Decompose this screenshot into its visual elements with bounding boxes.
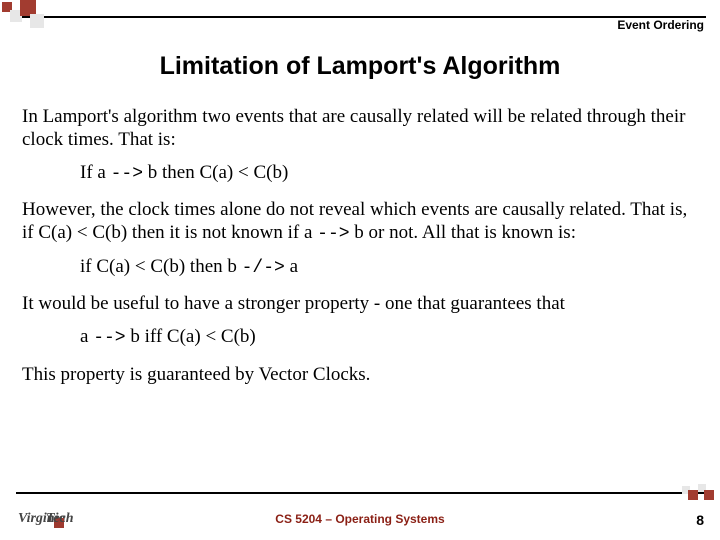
slide: Event Ordering Limitation of Lamport's A…: [0, 0, 720, 540]
arrow-icon: -->: [93, 328, 125, 348]
slide-title: Limitation of Lamport's Algorithm: [0, 52, 720, 81]
deco-square-icon: [2, 2, 12, 12]
top-decoration: [0, 0, 720, 40]
text-fragment: b iff C(a) < C(b): [126, 326, 256, 347]
page-number: 8: [696, 512, 704, 528]
deco-square-icon: [688, 490, 698, 500]
deco-square-icon: [10, 10, 22, 22]
not-arrow-icon: -/->: [242, 258, 285, 278]
arrow-icon: -->: [111, 164, 143, 184]
paragraph-intro: In Lamport's algorithm two events that a…: [22, 106, 698, 152]
slide-footer: Virginia Tech CS 5204 – Operating System…: [0, 506, 720, 530]
text-fragment: a: [80, 326, 93, 347]
deco-square-icon: [20, 0, 36, 16]
section-header: Event Ordering: [617, 18, 704, 32]
text-fragment: b or not. All that is known is:: [350, 222, 576, 243]
paragraph-conclusion: This property is guaranteed by Vector Cl…: [22, 364, 698, 387]
arrow-icon: -->: [317, 224, 349, 244]
paragraph-useful: It would be useful to have a stronger pr…: [22, 293, 698, 316]
bottom-rule: [16, 492, 706, 494]
slide-body: In Lamport's algorithm two events that a…: [22, 106, 698, 394]
paragraph-however: However, the clock times alone do not re…: [22, 199, 698, 245]
formula-line-3: a --> b iff C(a) < C(b): [80, 326, 698, 350]
course-footer: CS 5204 – Operating Systems: [0, 512, 720, 526]
text-fragment: if C(a) < C(b) then b: [80, 256, 242, 277]
text-fragment: b then C(a) < C(b): [143, 162, 288, 183]
deco-square-icon: [682, 486, 690, 494]
formula-line-2: if C(a) < C(b) then b -/-> a: [80, 256, 698, 280]
formula-line-1: If a --> b then C(a) < C(b): [80, 162, 698, 186]
top-rule: [16, 16, 706, 18]
deco-square-icon: [30, 14, 44, 28]
deco-square-icon: [698, 484, 706, 492]
text-fragment: a: [285, 256, 298, 277]
bottom-decoration: [0, 486, 720, 500]
deco-square-icon: [704, 490, 714, 500]
text-fragment: If a: [80, 162, 111, 183]
